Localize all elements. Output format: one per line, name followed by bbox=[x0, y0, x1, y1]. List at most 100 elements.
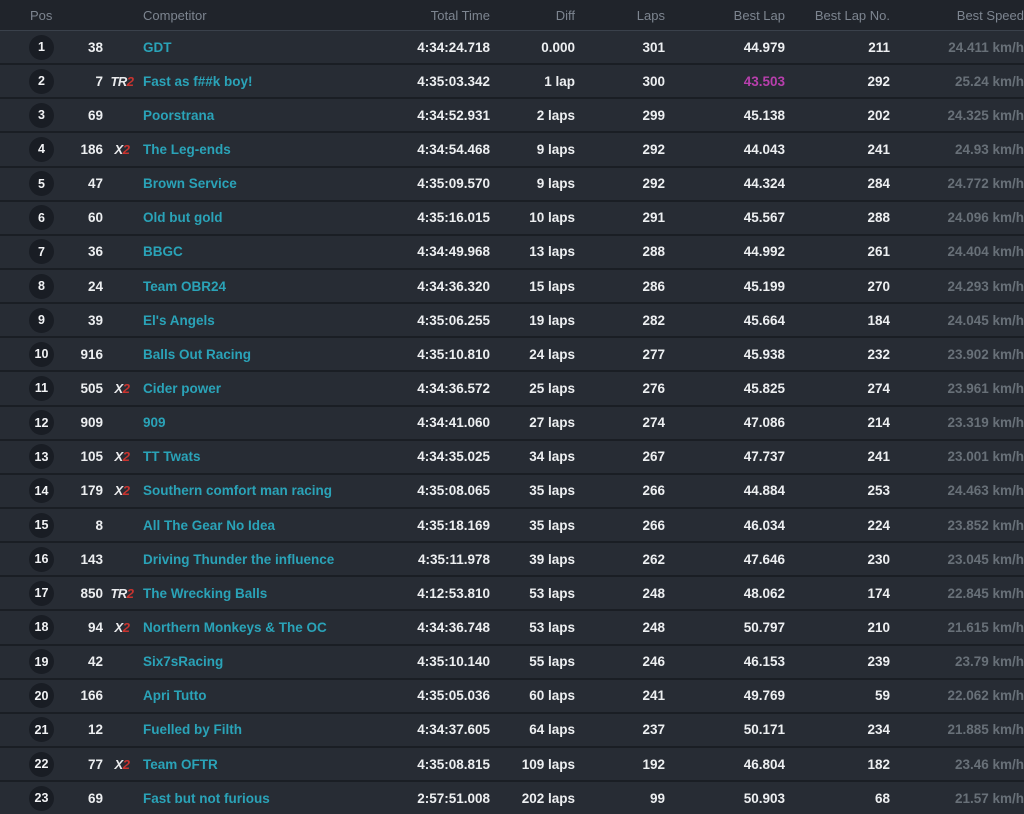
competitor-name[interactable]: Team OBR24 bbox=[141, 279, 335, 294]
position-cell: 3 bbox=[0, 103, 62, 128]
class-badge-letters: TR bbox=[110, 586, 126, 601]
laps-value: 286 bbox=[575, 279, 665, 294]
best-lap-value: 46.034 bbox=[665, 518, 785, 533]
class-badge-icon: X2 bbox=[115, 620, 130, 635]
competitor-name[interactable]: Cider power bbox=[141, 381, 335, 396]
competitor-name[interactable]: Fast as f##k boy! bbox=[141, 74, 335, 89]
competitor-name[interactable]: The Leg-ends bbox=[141, 142, 335, 157]
table-row[interactable]: 6 60 Old but gold 4:35:16.015 10 laps 29… bbox=[0, 200, 1024, 234]
position-badge: 4 bbox=[29, 137, 54, 162]
competitor-name[interactable]: The Wrecking Balls bbox=[141, 586, 335, 601]
competitor-name[interactable]: Southern comfort man racing team bbox=[141, 483, 335, 498]
position-cell: 5 bbox=[0, 171, 62, 196]
table-row[interactable]: 11 505 X2 Cider power 4:34:36.572 25 lap… bbox=[0, 370, 1024, 404]
table-row[interactable]: 12 909 909 4:34:41.060 27 laps 274 47.08… bbox=[0, 405, 1024, 439]
competitor-name[interactable]: Poorstrana bbox=[141, 108, 335, 123]
competitor-name[interactable]: Old but gold bbox=[141, 210, 335, 225]
table-row[interactable]: 18 94 X2 Northern Monkeys & The OC 4:34:… bbox=[0, 609, 1024, 643]
competitor-name[interactable]: Fast but not furious bbox=[141, 791, 335, 806]
class-badge-number: 2 bbox=[127, 74, 134, 89]
best-speed-value: 23.46 km/h bbox=[890, 757, 1024, 772]
position-badge: 7 bbox=[29, 239, 54, 264]
table-row[interactable]: 5 47 Brown Service 4:35:09.570 9 laps 29… bbox=[0, 166, 1024, 200]
table-row[interactable]: 10 916 Balls Out Racing 4:35:10.810 24 l… bbox=[0, 336, 1024, 370]
total-time-value: 4:35:18.169 bbox=[335, 518, 490, 533]
diff-value: 109 laps bbox=[490, 757, 575, 772]
table-row[interactable]: 15 8 All The Gear No Idea 4:35:18.169 35… bbox=[0, 507, 1024, 541]
competitor-name[interactable]: BBGC bbox=[141, 244, 335, 259]
competitor-name[interactable]: Team OFTR bbox=[141, 757, 335, 772]
table-row[interactable]: 19 42 Six7sRacing 4:35:10.140 55 laps 24… bbox=[0, 644, 1024, 678]
competitor-name[interactable]: Northern Monkeys & The OC bbox=[141, 620, 335, 635]
competitor-name[interactable]: Driving Thunder the influence bbox=[141, 552, 335, 567]
table-row[interactable]: 14 179 X2 Southern comfort man racing te… bbox=[0, 473, 1024, 507]
table-row[interactable]: 3 69 Poorstrana 4:34:52.931 2 laps 299 4… bbox=[0, 97, 1024, 131]
laps-value: 276 bbox=[575, 381, 665, 396]
position-cell: 2 bbox=[0, 69, 62, 94]
best-speed-value: 24.93 km/h bbox=[890, 142, 1024, 157]
column-header-total-time[interactable]: Total Time bbox=[335, 8, 490, 23]
car-number: 105 bbox=[62, 449, 103, 464]
table-row[interactable]: 22 77 X2 Team OFTR 4:35:08.815 109 laps … bbox=[0, 746, 1024, 780]
position-cell: 10 bbox=[0, 342, 62, 367]
best-speed-value: 24.772 km/h bbox=[890, 176, 1024, 191]
table-row[interactable]: 17 850 TR2 The Wrecking Balls 4:12:53.81… bbox=[0, 575, 1024, 609]
best-lap-value: 50.171 bbox=[665, 722, 785, 737]
best-speed-value: 21.57 km/h bbox=[890, 791, 1024, 806]
column-header-best-speed[interactable]: Best Speed bbox=[890, 8, 1024, 23]
competitor-name[interactable]: 909 bbox=[141, 415, 335, 430]
total-time-value: 4:34:54.468 bbox=[335, 142, 490, 157]
position-badge: 2 bbox=[29, 69, 54, 94]
position-badge: 3 bbox=[29, 103, 54, 128]
laps-value: 267 bbox=[575, 449, 665, 464]
table-row[interactable]: 4 186 X2 The Leg-ends 4:34:54.468 9 laps… bbox=[0, 131, 1024, 165]
column-header-best-lap[interactable]: Best Lap bbox=[665, 8, 785, 23]
diff-value: 60 laps bbox=[490, 688, 575, 703]
table-row[interactable]: 2 7 TR2 Fast as f##k boy! 4:35:03.342 1 … bbox=[0, 63, 1024, 97]
position-badge: 23 bbox=[29, 786, 54, 811]
position-cell: 12 bbox=[0, 410, 62, 435]
competitor-name[interactable]: Six7sRacing bbox=[141, 654, 335, 669]
competitor-name[interactable]: El's Angels bbox=[141, 313, 335, 328]
best-lap-no-value: 234 bbox=[785, 722, 890, 737]
class-badge: X2 bbox=[103, 449, 141, 464]
class-badge-number: 2 bbox=[123, 449, 130, 464]
table-row[interactable]: 1 38 GDT 4:34:24.718 0.000 301 44.979 21… bbox=[0, 31, 1024, 63]
table-row[interactable]: 13 105 X2 TT Twats 4:34:35.025 34 laps 2… bbox=[0, 439, 1024, 473]
total-time-value: 4:35:11.978 bbox=[335, 552, 490, 567]
competitor-name[interactable]: Apri Tutto bbox=[141, 688, 335, 703]
competitor-name[interactable]: TT Twats bbox=[141, 449, 335, 464]
class-badge-number: 2 bbox=[123, 483, 130, 498]
laps-value: 301 bbox=[575, 40, 665, 55]
position-number: 16 bbox=[35, 552, 49, 566]
column-header-pos[interactable]: Pos bbox=[0, 8, 62, 23]
position-cell: 23 bbox=[0, 786, 62, 811]
column-header-competitor[interactable]: Competitor bbox=[141, 8, 335, 23]
position-number: 13 bbox=[35, 450, 49, 464]
column-header-laps[interactable]: Laps bbox=[575, 8, 665, 23]
competitor-name[interactable]: Brown Service bbox=[141, 176, 335, 191]
best-lap-no-value: 232 bbox=[785, 347, 890, 362]
best-lap-value: 44.979 bbox=[665, 40, 785, 55]
table-row[interactable]: 7 36 BBGC 4:34:49.968 13 laps 288 44.992… bbox=[0, 234, 1024, 268]
laps-value: 237 bbox=[575, 722, 665, 737]
competitor-name[interactable]: GDT bbox=[141, 40, 335, 55]
table-row[interactable]: 16 143 Driving Thunder the influence 4:3… bbox=[0, 541, 1024, 575]
table-row[interactable]: 21 12 Fuelled by Filth 4:34:37.605 64 la… bbox=[0, 712, 1024, 746]
table-row[interactable]: 23 69 Fast but not furious 2:57:51.008 2… bbox=[0, 780, 1024, 814]
table-row[interactable]: 8 24 Team OBR24 4:34:36.320 15 laps 286 … bbox=[0, 268, 1024, 302]
car-number: 850 bbox=[62, 586, 103, 601]
position-badge: 22 bbox=[29, 752, 54, 777]
total-time-value: 4:34:36.748 bbox=[335, 620, 490, 635]
table-row[interactable]: 20 166 Apri Tutto 4:35:05.036 60 laps 24… bbox=[0, 678, 1024, 712]
competitor-name[interactable]: Fuelled by Filth bbox=[141, 722, 335, 737]
total-time-value: 4:35:05.036 bbox=[335, 688, 490, 703]
best-speed-value: 22.062 km/h bbox=[890, 688, 1024, 703]
competitor-name[interactable]: All The Gear No Idea bbox=[141, 518, 335, 533]
competitor-name[interactable]: Balls Out Racing bbox=[141, 347, 335, 362]
position-badge: 8 bbox=[29, 274, 54, 299]
column-header-best-lap-no[interactable]: Best Lap No. bbox=[785, 8, 890, 23]
table-row[interactable]: 9 39 El's Angels 4:35:06.255 19 laps 282… bbox=[0, 302, 1024, 336]
column-header-diff[interactable]: Diff bbox=[490, 8, 575, 23]
class-badge-number: 2 bbox=[123, 757, 130, 772]
